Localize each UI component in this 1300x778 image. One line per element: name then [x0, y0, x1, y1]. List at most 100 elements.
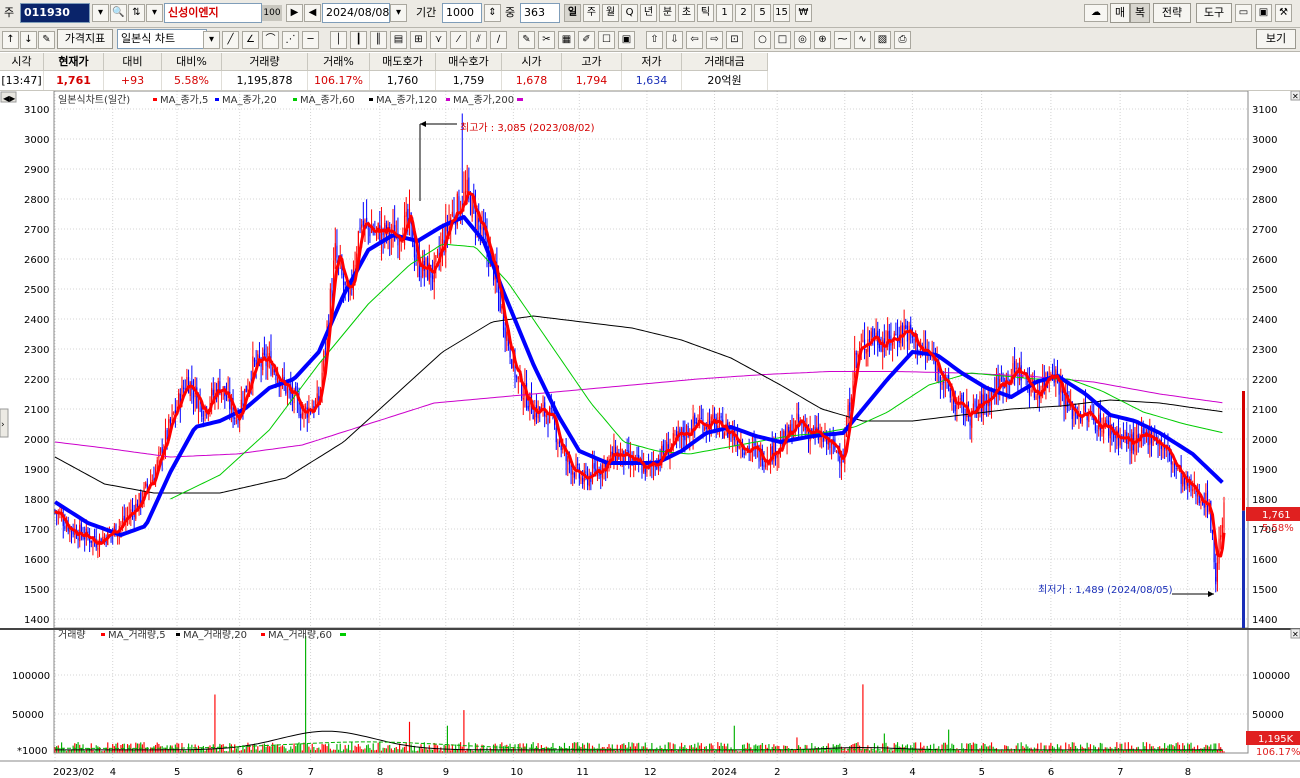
box-tool-icon[interactable]: ▣	[618, 31, 635, 49]
right-button-1[interactable]: 복	[1130, 3, 1150, 23]
channel-tool-icon[interactable]: ║	[370, 31, 387, 49]
volume-bar	[1190, 742, 1192, 753]
search-icon[interactable]: 🔍	[110, 4, 127, 22]
scissors-tool-icon[interactable]: ✂	[538, 31, 555, 49]
arc-tool-icon[interactable]: ⌒	[262, 31, 279, 49]
price-indicator-button[interactable]: 가격지표	[57, 29, 113, 49]
period-spin-icon[interactable]: ⇕	[484, 4, 501, 22]
sine-tool-icon[interactable]: ∿	[854, 31, 871, 49]
save-icon[interactable]: ▣	[1255, 4, 1272, 22]
prev-icon[interactable]: ◀	[304, 4, 321, 22]
volume-legend-title: 거래량	[58, 629, 86, 641]
vline-tool-icon[interactable]: │	[330, 31, 347, 49]
sort-icon[interactable]: ⇅	[128, 4, 145, 22]
period-extra-icon[interactable]: ₩	[795, 4, 812, 22]
menu-dropdown-icon[interactable]: ▾	[146, 4, 163, 22]
right-button-2[interactable]: 전략	[1153, 3, 1191, 23]
pencil-tool-icon[interactable]: ✎	[518, 31, 535, 49]
grid-lines-tool-icon[interactable]: ▤	[390, 31, 407, 49]
marker-tool-icon[interactable]: ✐	[578, 31, 595, 49]
hline-tool-icon[interactable]: ─	[302, 31, 319, 49]
right-button-3[interactable]: 도구	[1196, 3, 1232, 23]
edit-icon[interactable]: ✎	[38, 31, 55, 49]
legend-vol-ma5: MA_거래량,5	[108, 629, 166, 641]
stock-code-input[interactable]: 011930	[20, 3, 90, 23]
volume-bar	[136, 743, 139, 753]
crosshair-tool-icon[interactable]: ⊕	[814, 31, 831, 49]
period-button-5[interactable]: 분	[659, 4, 676, 22]
period-button-4[interactable]: 년	[640, 4, 657, 22]
view-button[interactable]: 보기	[1256, 29, 1296, 49]
volume-bar	[773, 744, 775, 753]
volume-bar	[1043, 745, 1045, 753]
fan-tool-icon[interactable]: ⋰	[282, 31, 299, 49]
left-right-arrows-icon[interactable]: ◀▶	[3, 94, 16, 103]
panel-toggle-icon[interactable]: ›	[1, 420, 5, 430]
candle-body	[1203, 502, 1205, 508]
candle-body	[158, 451, 160, 458]
close-icon[interactable]: ✕	[1292, 630, 1299, 639]
wave-tool-icon[interactable]: ⁓	[834, 31, 851, 49]
angle-tool-icon[interactable]: ∠	[242, 31, 259, 49]
up-arrow-icon[interactable]: ↑	[2, 31, 19, 49]
period-button-9[interactable]: 2	[735, 4, 752, 22]
circle-tool-icon[interactable]: ○	[754, 31, 771, 49]
square-tool-icon[interactable]: □	[774, 31, 791, 49]
slash-tool-icon[interactable]: ∕	[490, 31, 507, 49]
code-dropdown-icon[interactable]: ▾	[92, 4, 109, 22]
period-button-10[interactable]: 5	[754, 4, 771, 22]
chart-type-select[interactable]: 일본식 차트	[117, 29, 207, 49]
period-button-6[interactable]: 초	[678, 4, 695, 22]
volume-bar	[969, 742, 971, 753]
date-dropdown-icon[interactable]: ▾	[390, 4, 407, 22]
candle-body	[469, 194, 472, 215]
down-arrow-icon[interactable]: ↓	[20, 31, 37, 49]
folder-icon[interactable]: ▭	[1235, 4, 1252, 22]
volume-bar	[1035, 748, 1037, 753]
arrow-down-tool-icon[interactable]: ⇩	[666, 31, 683, 49]
date-input[interactable]: 2024/08/08	[322, 3, 390, 23]
arrow-up-tool-icon[interactable]: ⇧	[646, 31, 663, 49]
fork-tool-icon[interactable]: ⋎	[430, 31, 447, 49]
period-button-0[interactable]: 일	[564, 4, 581, 22]
volume-bar	[245, 745, 247, 753]
period-button-7[interactable]: 틱	[697, 4, 714, 22]
period-button-1[interactable]: 주	[583, 4, 600, 22]
cursor-tool-icon[interactable]: ⊡	[726, 31, 743, 49]
cloud-icon[interactable]: ☁	[1084, 4, 1108, 22]
line-tool-icon[interactable]: ╱	[222, 31, 239, 49]
zoom-tool-icon[interactable]: ◎	[794, 31, 811, 49]
arrow-right-tool-icon[interactable]: ⇨	[706, 31, 723, 49]
wrench-icon[interactable]: ⚒	[1275, 4, 1292, 22]
parallel-tool-icon[interactable]: ⫽	[470, 31, 487, 49]
candle-body	[951, 398, 953, 401]
x-tick-label: 5	[979, 767, 985, 778]
vline2-tool-icon[interactable]: ┃	[350, 31, 367, 49]
close-icon[interactable]: ✕	[1292, 92, 1299, 101]
count-input[interactable]: 363	[520, 3, 560, 23]
volume-bar	[281, 745, 284, 753]
period-button-3[interactable]: Q	[621, 4, 638, 22]
grid-tool-icon[interactable]: ⊞	[410, 31, 427, 49]
next-icon[interactable]: ▶	[286, 4, 303, 22]
pattern-tool-icon[interactable]: ▧	[874, 31, 891, 49]
price-legend-title: 일본식차트(일간)	[58, 94, 130, 106]
rect-tool-icon[interactable]: ☐	[598, 31, 615, 49]
candle-body	[774, 440, 777, 459]
right-button-0[interactable]: 매	[1110, 3, 1130, 23]
trend-tool-icon[interactable]: ⁄	[450, 31, 467, 49]
x-tick-label: 9	[443, 767, 449, 778]
candle-body	[745, 451, 747, 454]
arrow-left-tool-icon[interactable]: ⇦	[686, 31, 703, 49]
print-tool-icon[interactable]: ⎙	[894, 31, 911, 49]
volume-bar	[631, 742, 633, 753]
legend-swatch	[215, 98, 219, 101]
chart-type-dropdown-icon[interactable]: ▾	[203, 31, 220, 49]
price-chart[interactable]: 1400 14001500 15001600 16001700 17001800 1800…	[0, 91, 1300, 778]
period-button-8[interactable]: 1	[716, 4, 733, 22]
period-button-11[interactable]: 15	[773, 4, 790, 22]
fill-tool-icon[interactable]: ▦	[558, 31, 575, 49]
volume-bar	[962, 748, 965, 753]
period-button-2[interactable]: 월	[602, 4, 619, 22]
period-input[interactable]: 1000	[442, 3, 482, 23]
